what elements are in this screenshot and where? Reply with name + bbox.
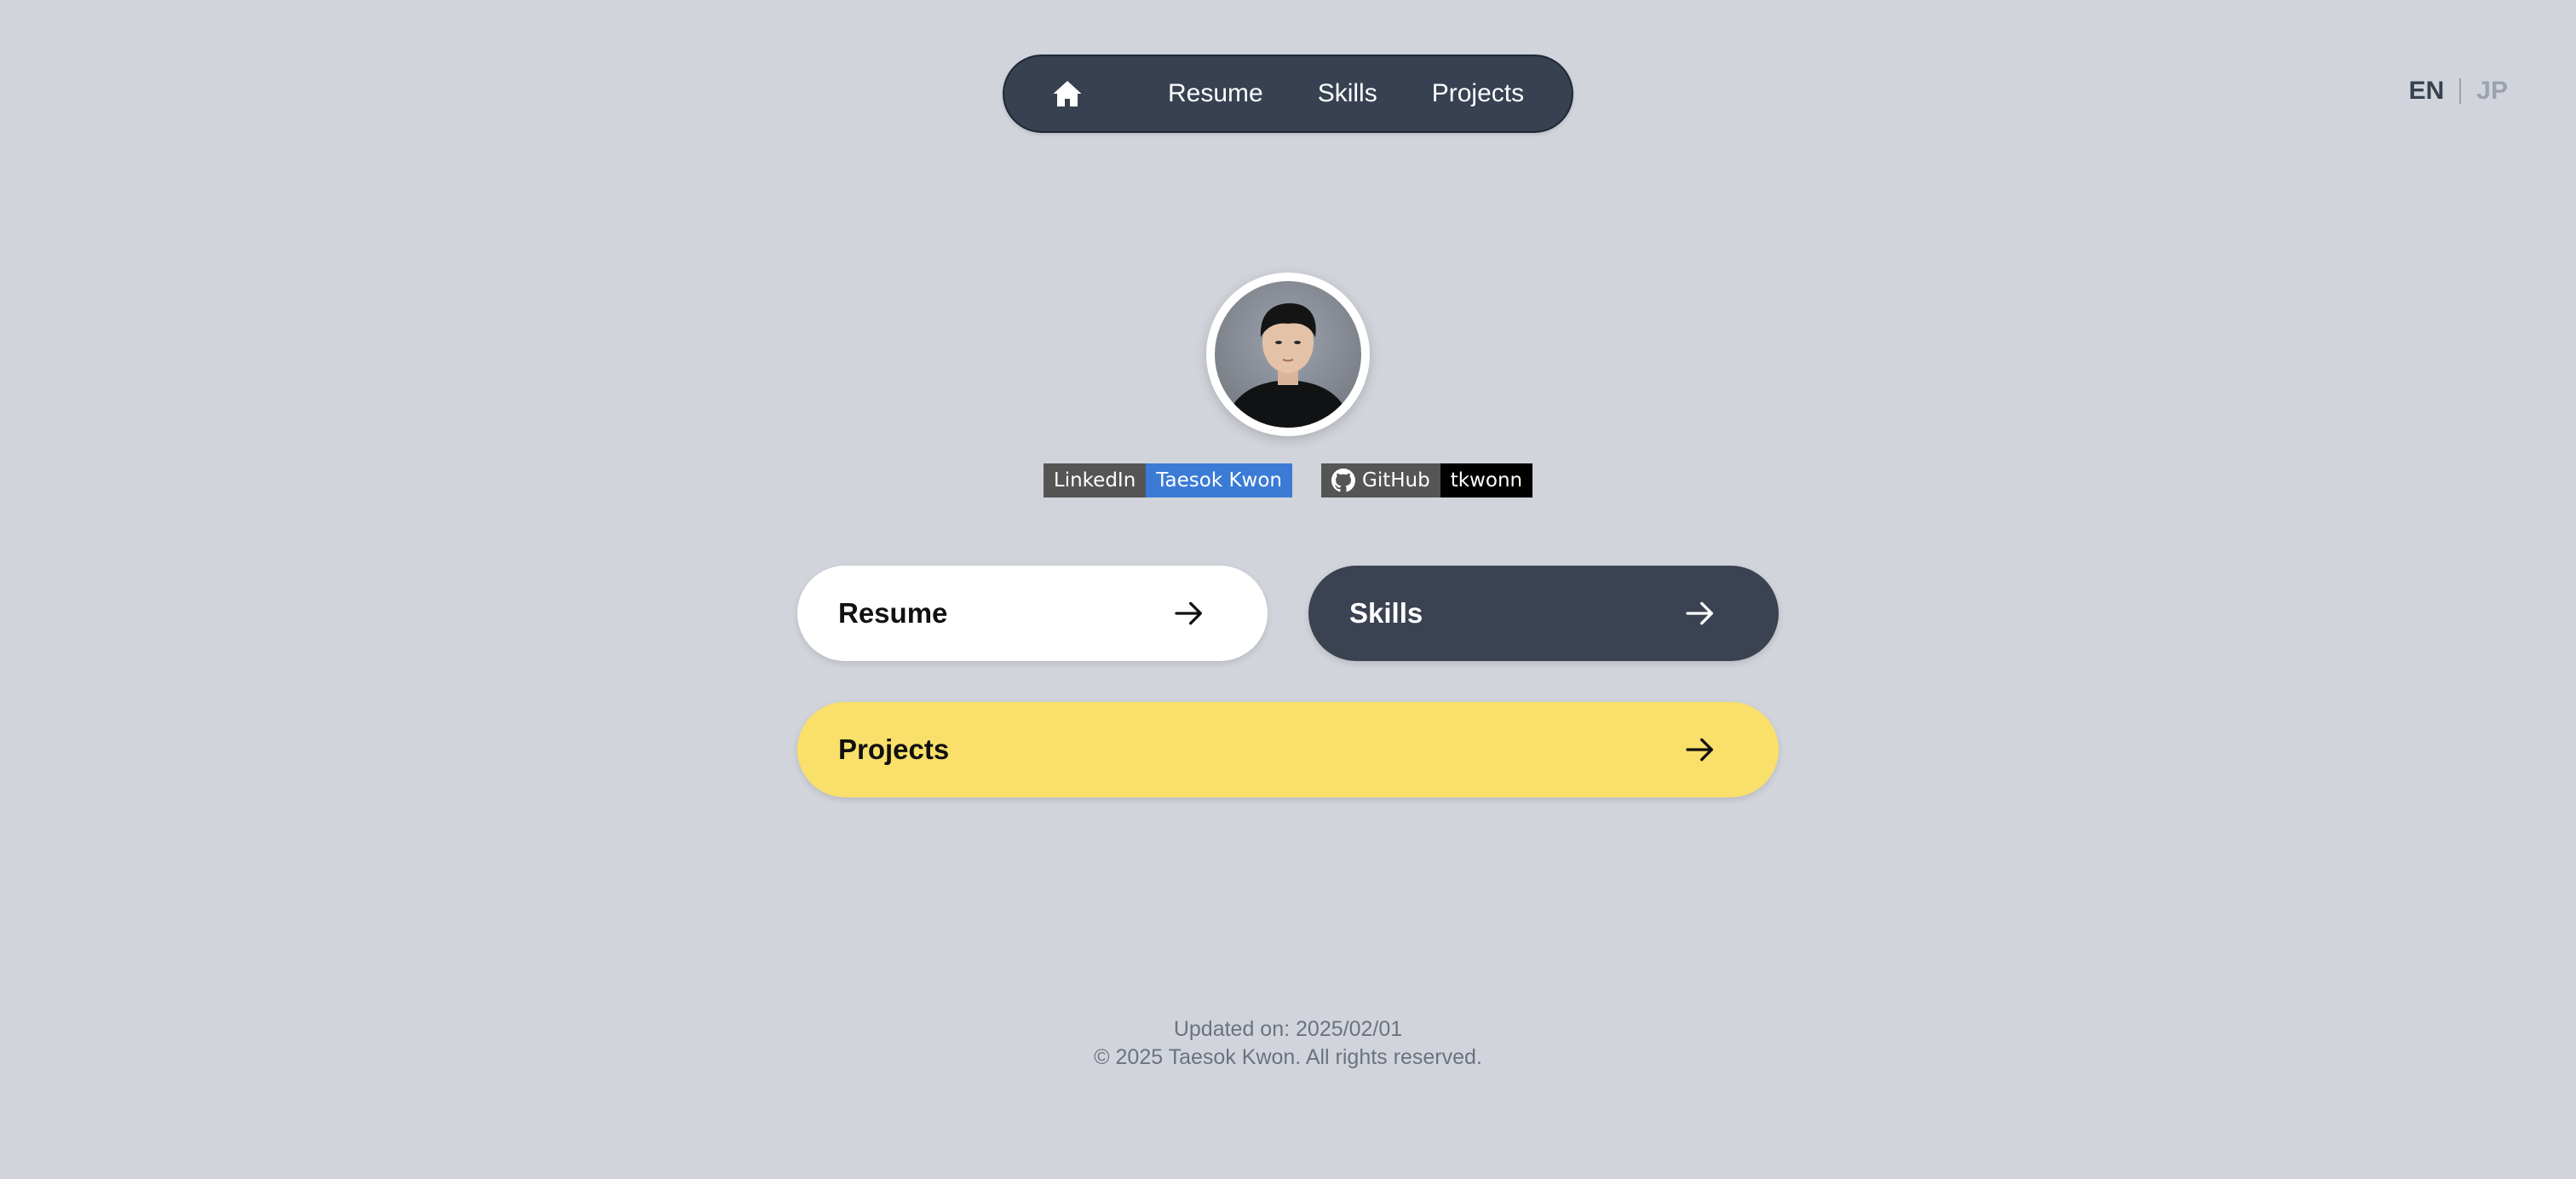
arrow-right-icon (1686, 738, 1713, 762)
arrow-right-icon (1686, 601, 1713, 625)
resume-button-label: Resume (838, 597, 948, 629)
nav-link-skills[interactable]: Skills (1318, 79, 1377, 108)
arrow-right-icon (1175, 601, 1202, 625)
nav-link-projects[interactable]: Projects (1432, 79, 1524, 108)
updated-date: Updated on: 2025/02/01 (1173, 1017, 1403, 1041)
skills-button[interactable]: Skills (1308, 566, 1779, 661)
linkedin-badge[interactable]: LinkedIn Taesok Kwon (1043, 463, 1293, 497)
resume-button[interactable]: Resume (797, 566, 1268, 661)
linkedin-badge-label: LinkedIn (1043, 463, 1147, 497)
lang-en-button[interactable]: EN (2409, 77, 2445, 106)
lang-jp-button[interactable]: JP (2476, 77, 2508, 106)
home-button[interactable] (1052, 77, 1083, 111)
github-icon (1331, 469, 1356, 492)
top-nav: Resume Skills Projects (1003, 55, 1573, 133)
github-badge[interactable]: GitHub tkwonn (1321, 463, 1533, 497)
home-icon (1053, 81, 1082, 106)
footer: Updated on: 2025/02/01 © 2025 Taesok Kwo… (0, 1015, 2576, 1072)
copyright-text: © 2025 Taesok Kwon. All rights reserved. (1094, 1045, 1482, 1069)
profile-photo (1215, 281, 1361, 428)
github-badge-value: tkwonn (1440, 463, 1533, 497)
page: Resume Skills Projects EN JP LinkedIn Ta… (0, 0, 2576, 1179)
skills-button-label: Skills (1349, 597, 1423, 629)
profile-badges: LinkedIn Taesok Kwon GitHub tkwonn (0, 463, 2576, 497)
language-switch: EN JP (2409, 77, 2508, 106)
nav-link-resume[interactable]: Resume (1168, 79, 1263, 108)
projects-button[interactable]: Projects (797, 702, 1779, 797)
linkedin-badge-value: Taesok Kwon (1146, 463, 1293, 497)
avatar (1206, 273, 1370, 436)
lang-divider (2459, 78, 2462, 104)
projects-button-label: Projects (838, 733, 950, 765)
github-badge-label: GitHub (1362, 469, 1430, 492)
github-badge-label-wrap: GitHub (1321, 463, 1440, 497)
